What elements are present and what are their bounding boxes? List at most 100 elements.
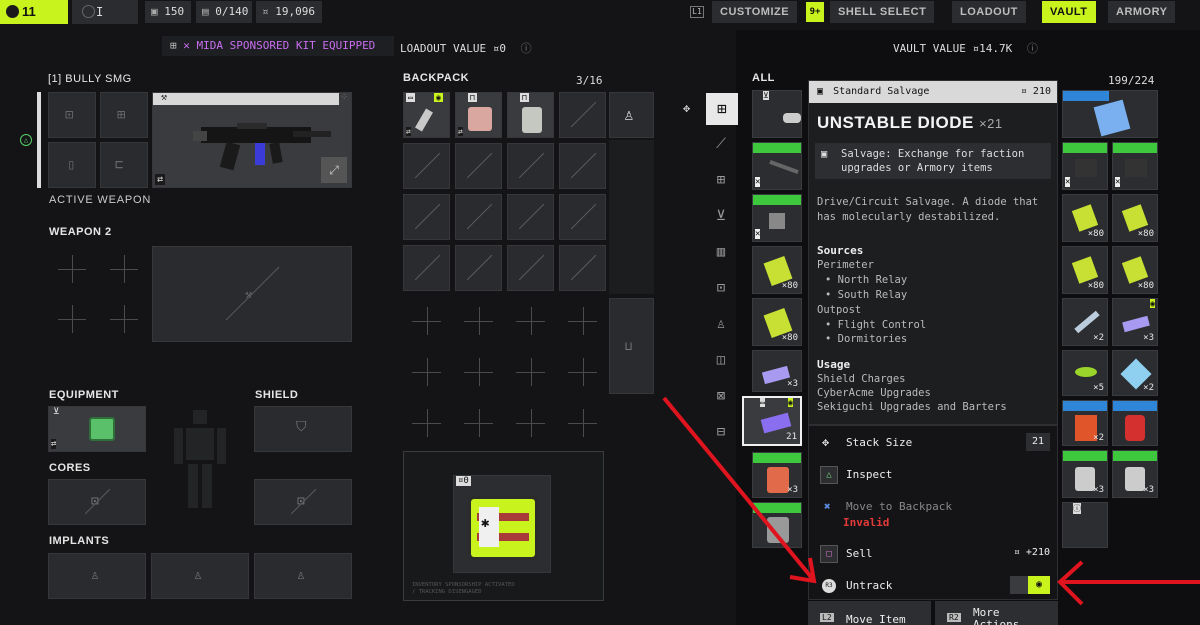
filter-salvage-icon[interactable]: ⊠	[706, 388, 736, 404]
filter-equipment-icon[interactable]: ◫	[706, 352, 736, 368]
backpack-slot[interactable]	[403, 143, 450, 189]
weapon1-mod-slot-3[interactable]: ▯	[48, 142, 96, 188]
sponsored-kit-item[interactable]: ¤0 ✱	[453, 475, 551, 573]
vault-info-icon[interactable]: ⓘ	[1027, 42, 1038, 55]
vault-item[interactable]: ×80	[1062, 194, 1108, 242]
vault-item[interactable]: ✕	[1112, 142, 1158, 190]
tab-loadout[interactable]: LOADOUT	[952, 1, 1026, 23]
vault-item[interactable]: ×80	[1112, 246, 1158, 294]
tab-shell-select[interactable]: SHELL SELECT	[830, 1, 935, 23]
vault-item[interactable]: ✕	[752, 142, 802, 190]
inspect-action[interactable]: △ Inspect	[808, 460, 1058, 490]
equipment-slot[interactable]: ⊻ ⇄	[48, 406, 146, 452]
backpack-item-2[interactable]: ⊓ ⇄	[455, 92, 502, 138]
info-icon[interactable]: ⓘ	[521, 42, 532, 55]
backpack-extra-slot[interactable]: ⊔	[609, 298, 654, 394]
vault-item[interactable]: ×80	[752, 246, 802, 294]
track-toggle[interactable]: ◉	[1010, 576, 1050, 594]
implant-slot-3[interactable]: ♙	[254, 553, 352, 599]
vault-item[interactable]: ×2	[1062, 298, 1108, 346]
core-slot-2[interactable]: ⊡	[254, 479, 352, 525]
weapon1-mod-slot-2[interactable]: ⊞	[100, 92, 148, 138]
tab-armory[interactable]: ARMORY	[1108, 1, 1176, 23]
backpack-slot[interactable]	[507, 245, 554, 291]
vault-item[interactable]: ⊻	[752, 90, 802, 138]
backpack-slot[interactable]	[559, 245, 606, 291]
backpack-slot[interactable]	[403, 245, 450, 291]
vault-item[interactable]	[1062, 90, 1158, 138]
move-item-button[interactable]: L2 Move Item	[808, 601, 931, 625]
backpack-item-1[interactable]: ▭ ◉ ⇄	[403, 92, 450, 138]
tab-customize[interactable]: CUSTOMIZE	[712, 1, 798, 23]
filter-weapons-icon[interactable]: ⟋	[706, 136, 736, 152]
usage-3: Sekiguchi Upgrades and Barters	[817, 401, 1007, 413]
vault-item[interactable]: ⓘ	[1062, 502, 1108, 548]
backpack-slot[interactable]	[455, 245, 502, 291]
vault-item[interactable]: ×80	[1062, 246, 1108, 294]
filter-all-button[interactable]: ⊞	[706, 93, 738, 125]
implant-slot-2[interactable]: ♙	[151, 553, 249, 599]
vault-item[interactable]: ×3	[1112, 450, 1158, 498]
weapon2-slot[interactable]: ⚒	[152, 246, 352, 342]
vault-item[interactable]: ×2	[1062, 400, 1108, 446]
implant-slot-1[interactable]: ♙	[48, 553, 146, 599]
usage-title: Usage	[817, 358, 851, 371]
vault-item[interactable]: ✕	[1062, 142, 1108, 190]
tab-vault[interactable]: VAULT	[1042, 1, 1096, 23]
move-to-backpack-action[interactable]: ✖ Move to Backpack Invalid	[808, 492, 1058, 532]
backpack-slot[interactable]	[455, 143, 502, 189]
vault-item[interactable]: ×80	[1112, 194, 1158, 242]
filter-cores-icon[interactable]: ⊡	[706, 280, 736, 296]
vault-item[interactable]: ×3	[752, 452, 802, 498]
weapon2-mod-slot-3[interactable]	[48, 296, 96, 342]
backpack-slot-4[interactable]	[559, 92, 606, 138]
weapon2-mod-slot-1[interactable]	[48, 246, 96, 292]
unstable-diode-item	[760, 412, 792, 434]
info-badge-icon: ⓘ	[1073, 503, 1081, 514]
filter-mods-icon[interactable]: ▥	[706, 244, 736, 260]
vault-item[interactable]: ✕	[752, 194, 802, 242]
credits-icon: ¤	[262, 5, 269, 18]
weapon1-mod-slot-1[interactable]: ⊡	[48, 92, 96, 138]
vault-item[interactable]: ×3	[752, 350, 802, 392]
weapon-header-stripe	[153, 93, 339, 105]
kit-cube: ✱	[468, 496, 538, 560]
filter-containers-icon[interactable]: ⊟	[706, 424, 736, 440]
more-actions-button[interactable]: R2 More Actions	[935, 601, 1058, 625]
shield-slot[interactable]: ⛉	[254, 406, 352, 452]
backpack-slot[interactable]	[559, 194, 606, 240]
backpack-slot[interactable]	[507, 143, 554, 189]
vault-item[interactable]: ×80	[752, 298, 802, 346]
filter-implants-icon[interactable]: ♙	[706, 316, 736, 332]
untrack-action[interactable]: R3 Untrack ◉	[808, 571, 1058, 601]
vault-item[interactable]: ×5	[1062, 350, 1108, 396]
weapon2-mod-slot-4[interactable]	[100, 296, 148, 342]
triangle-button-icon: △	[820, 466, 838, 484]
vault-item[interactable]	[1112, 400, 1158, 446]
vault-item[interactable]: ×3	[1062, 450, 1108, 498]
filter-ammo-icon[interactable]: ⊻	[706, 208, 736, 224]
vault-item[interactable]: ×2	[1112, 350, 1158, 396]
vault-item[interactable]: ◉ ×3	[1112, 298, 1158, 346]
vault-item[interactable]	[752, 502, 802, 548]
sell-action[interactable]: □ Sell ¤ +210	[808, 539, 1058, 569]
backpack-slot[interactable]	[507, 194, 554, 240]
tooltip-description: Drive/Circuit Salvage. A diode that has …	[817, 196, 1039, 223]
backpack-slot[interactable]	[559, 143, 606, 189]
backpack-item-3[interactable]: ⊓	[507, 92, 554, 138]
backpack-slot[interactable]	[403, 194, 450, 240]
r2-button-icon: R2	[947, 613, 961, 622]
kit-value-tag: ¤0	[456, 476, 471, 486]
weapon1-mod-slot-4[interactable]: ⊏	[100, 142, 148, 188]
tray-icon: ⊻	[763, 91, 769, 100]
weapon2-mod-slot-2[interactable]	[100, 246, 148, 292]
core-slot-1[interactable]: ⊡	[48, 479, 146, 525]
weapon1-slot[interactable]: ⚒ ⇄ ⤢	[152, 92, 352, 188]
cores-label: CORES	[49, 462, 91, 474]
vault-item-selected[interactable]: ▭ ◉ 21	[742, 396, 802, 446]
inspect-weapon-button[interactable]: ⤢	[321, 157, 347, 183]
weapon2-label: WEAPON 2	[49, 226, 112, 238]
backpack-body-slot[interactable]: ♙	[609, 92, 654, 138]
filter-consumables-icon[interactable]: ⊞	[706, 172, 736, 188]
backpack-slot[interactable]	[455, 194, 502, 240]
